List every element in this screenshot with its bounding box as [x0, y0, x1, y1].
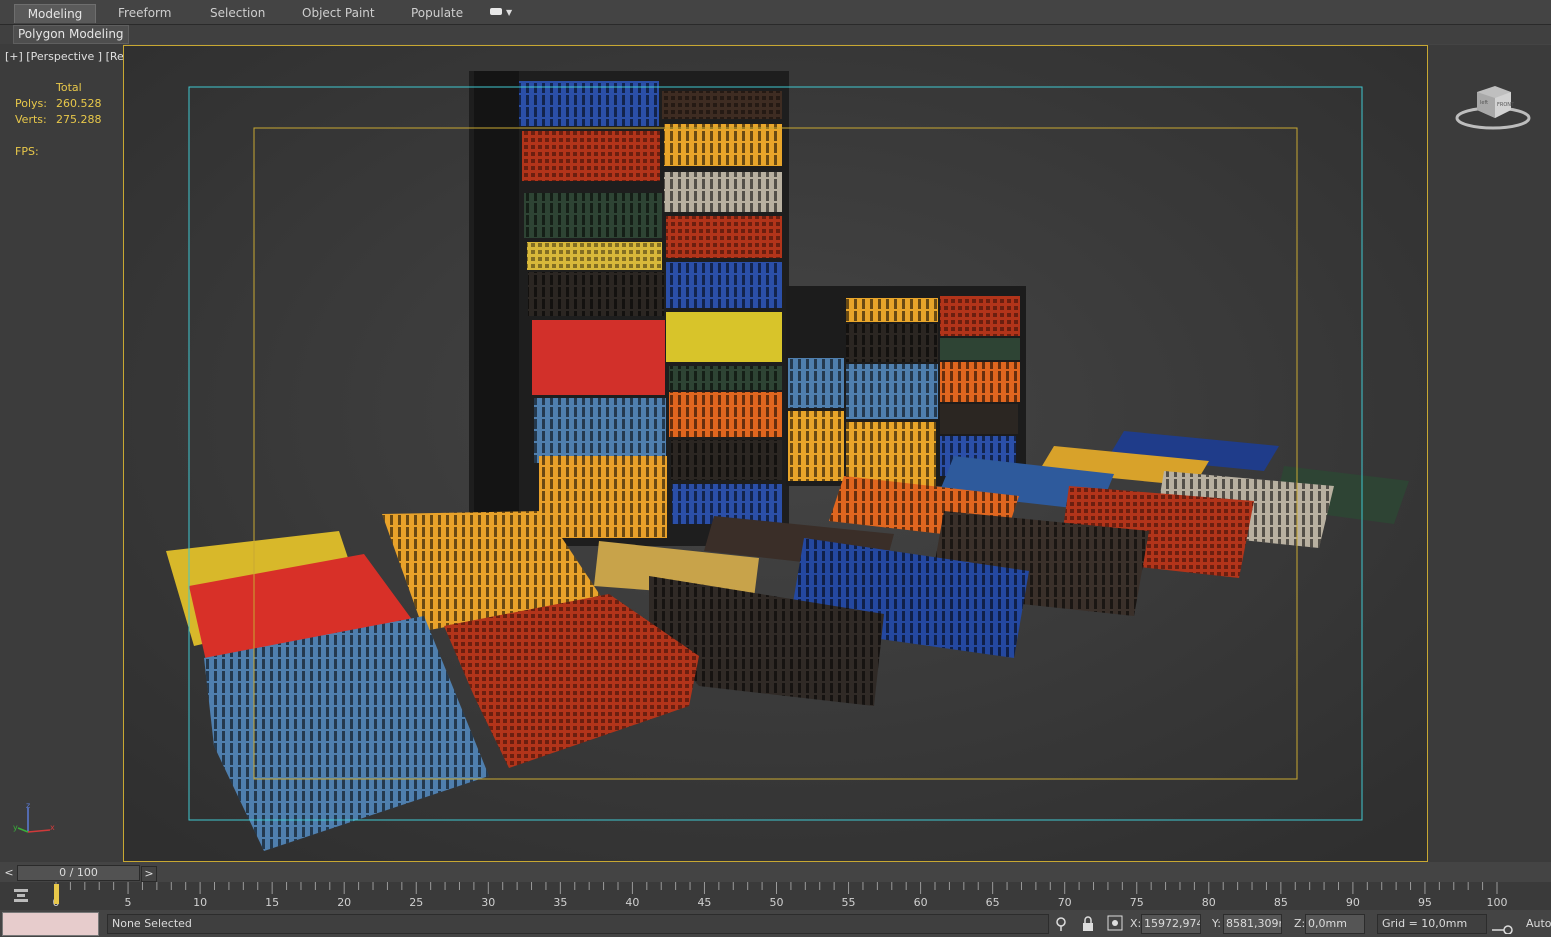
ruler-tick-label: 10: [193, 896, 208, 909]
auto-key-button[interactable]: Auto: [1526, 917, 1551, 930]
tall-crate-shelf: [469, 71, 789, 546]
perspective-viewport[interactable]: [123, 45, 1428, 862]
ruler-tick-label: 70: [1057, 896, 1072, 909]
x-coord-label: X:: [1130, 917, 1142, 930]
axis-y-label: y: [13, 823, 18, 832]
shelf-left-column: [519, 81, 667, 538]
y-coord-field[interactable]: 8581,309m: [1223, 914, 1282, 934]
chevron-down-icon[interactable]: ▼: [506, 8, 512, 17]
axis-tripod-icon: z y x: [13, 801, 55, 833]
ruler-tick-label: 90: [1345, 896, 1360, 909]
track-bar-ruler[interactable]: 0510152025303540455055606570758085909510…: [0, 882, 1551, 910]
time-slider-bar: [0, 864, 1551, 882]
ruler-tick-label: 25: [409, 896, 424, 909]
ruler-tick-label: 85: [1273, 896, 1288, 909]
ruler-tick-label: 35: [553, 896, 568, 909]
viewport-right-margin: [1428, 45, 1551, 862]
viewcube-left-label: left: [1480, 100, 1488, 106]
viewport-scene: [124, 46, 1427, 861]
viewcube-icon[interactable]: left FRONT: [1455, 80, 1535, 135]
ribbon-tab-bar: Modeling Freeform Selection Object Paint…: [0, 0, 1551, 25]
stats-verts-label: Verts:: [15, 113, 47, 126]
ribbon-options-icon[interactable]: [490, 8, 502, 15]
z-coord-field[interactable]: 0,0mm: [1305, 914, 1365, 934]
ruler-tick-label: 55: [841, 896, 856, 909]
stats-fps-label: FPS:: [15, 145, 39, 158]
tab-freeform[interactable]: Freeform: [118, 4, 171, 22]
x-coord-field[interactable]: 15972,974: [1141, 914, 1201, 934]
stats-total-header: Total: [56, 81, 82, 94]
time-prev-button[interactable]: <: [2, 866, 16, 880]
time-slider[interactable]: 0 / 100: [17, 865, 140, 881]
ribbon-panel-bar: [0, 25, 1551, 44]
open-mini-curve-editor-icon[interactable]: [12, 886, 30, 904]
shelf-right-column: [662, 91, 782, 524]
ruler-ticks: [55, 882, 1498, 894]
axis-x-label: x: [50, 823, 55, 832]
stats-verts-value: 275.288: [56, 113, 102, 126]
tab-populate[interactable]: Populate: [411, 4, 463, 22]
time-next-button[interactable]: >: [141, 866, 157, 882]
tab-selection[interactable]: Selection: [210, 4, 265, 22]
ruler-tick-label: 65: [985, 896, 1000, 909]
ruler-tick-label: 60: [913, 896, 928, 909]
tab-object-paint[interactable]: Object Paint: [302, 4, 375, 22]
ruler-tick-label: 15: [265, 896, 280, 909]
ruler-tick-label: 75: [1129, 896, 1144, 909]
ruler-tick-label: 50: [769, 896, 784, 909]
short-crate-shelf: [786, 286, 1026, 487]
ruler-tick-label: 100: [1486, 896, 1508, 909]
ruler-tick-label: 5: [124, 896, 132, 909]
ruler-tick-label: 20: [337, 896, 352, 909]
axis-z-label: z: [26, 801, 30, 810]
z-coord-label: Z:: [1294, 917, 1306, 930]
tab-modeling[interactable]: Modeling: [14, 4, 96, 23]
polygon-modeling-button[interactable]: Polygon Modeling: [13, 25, 129, 44]
viewport-left-margin: [0, 44, 123, 862]
grid-spacing-display: Grid = 10,0mm: [1377, 914, 1487, 934]
key-icon[interactable]: [1490, 918, 1514, 935]
selection-status: None Selected: [107, 914, 1049, 934]
maxscript-listener[interactable]: [2, 912, 99, 936]
ruler-tick-label: 95: [1417, 896, 1432, 909]
y-coord-label: Y:: [1212, 917, 1221, 930]
ruler-tick-label: 80: [1201, 896, 1216, 909]
ruler-tick-label: 30: [481, 896, 496, 909]
absolute-mode-transform-icon[interactable]: [1107, 915, 1123, 931]
ruler-tick-label: 40: [625, 896, 640, 909]
lock-icon[interactable]: [1082, 916, 1094, 932]
stats-polys-value: 260.528: [56, 97, 102, 110]
viewcube-front-label: FRONT: [1497, 102, 1515, 108]
isolate-selection-icon[interactable]: [1055, 916, 1069, 932]
current-frame-marker[interactable]: [54, 884, 59, 904]
stats-polys-label: Polys:: [15, 97, 47, 110]
ruler-tick-label: 45: [697, 896, 712, 909]
